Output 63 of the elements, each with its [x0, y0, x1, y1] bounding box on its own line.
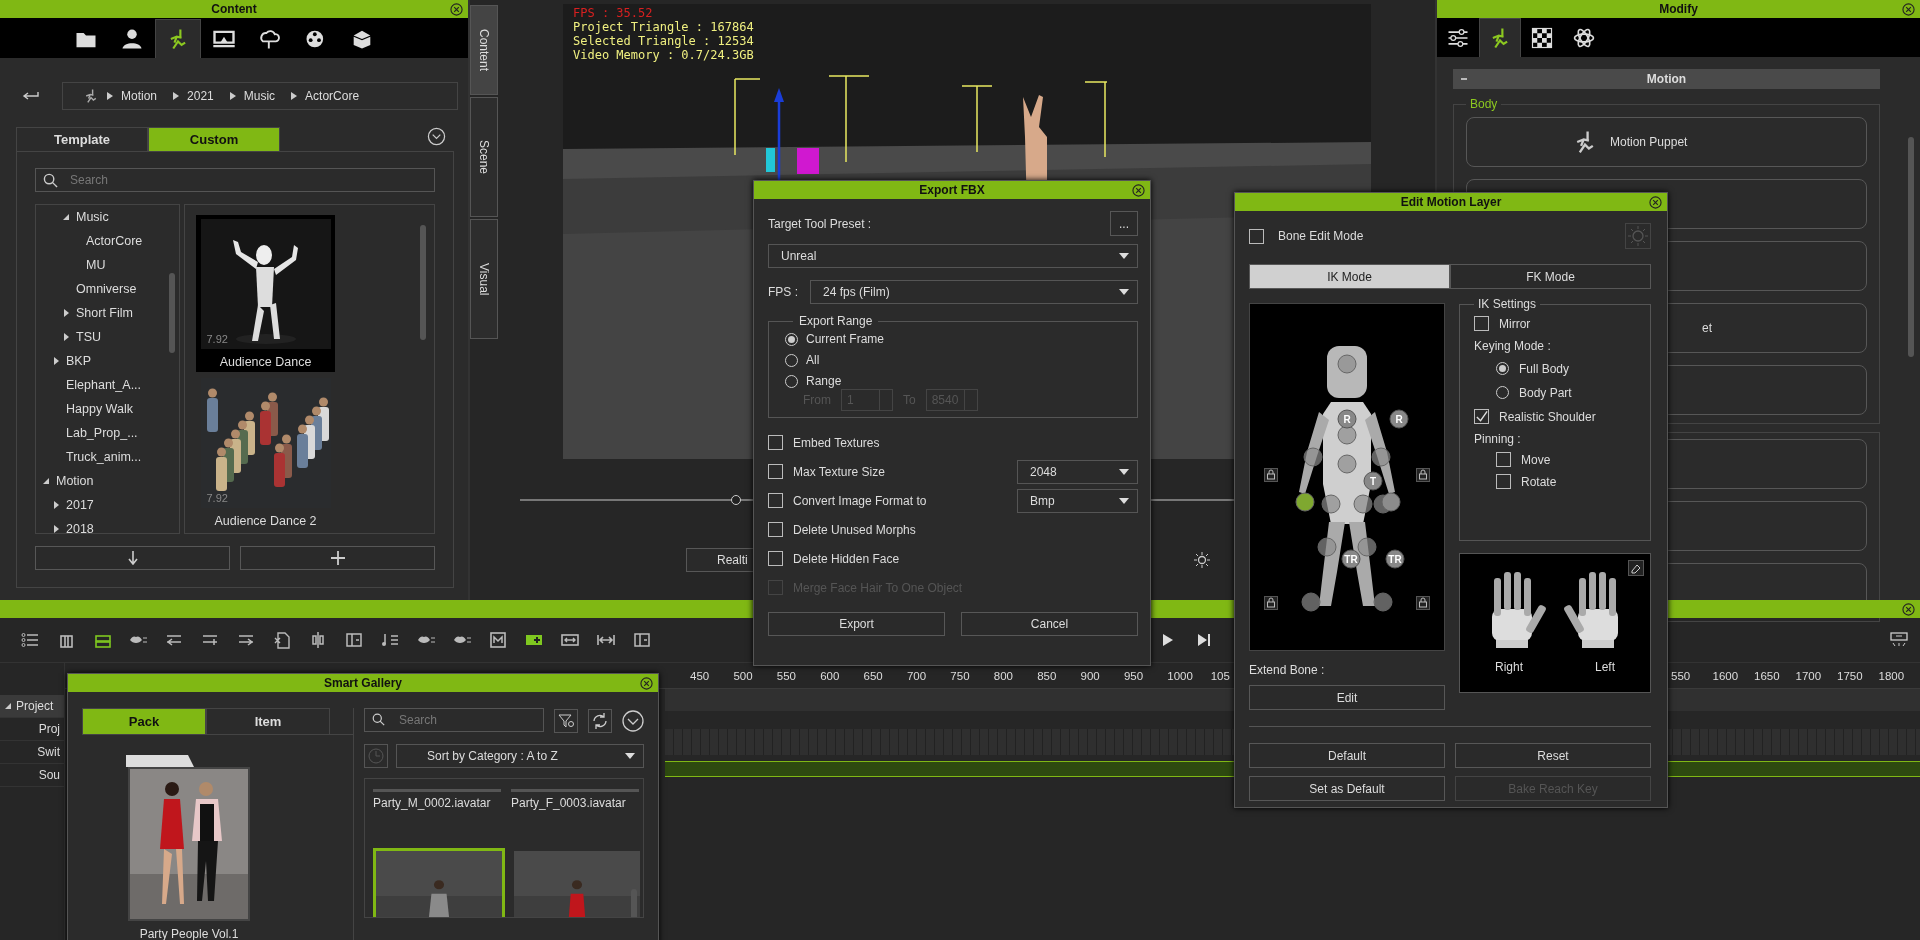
group-title: Body — [1469, 97, 1499, 111]
version-label: 7.92 — [206, 333, 228, 345]
group-title: IK Settings — [1477, 297, 1538, 311]
ruler-label: 650 — [863, 670, 884, 684]
stats-readout: Project Triangle : 167864 — [573, 20, 754, 34]
ruler-label: 750 — [950, 670, 971, 684]
option-label: Max Texture Size — [793, 464, 885, 479]
joint-label: R — [1343, 414, 1351, 425]
ruler-label: 1650 — [1754, 670, 1781, 684]
hand-label: Right — [1495, 660, 1523, 674]
field-label: Target Tool Preset : — [768, 216, 872, 231]
joint-label: R — [1395, 414, 1403, 425]
ruler-label: 105 — [1210, 670, 1231, 684]
option-label: Mirror — [1499, 316, 1531, 331]
item-label: Audience Dance — [219, 355, 312, 369]
option-label: Realistic Shoulder — [1499, 409, 1596, 424]
version-label: 7.92 — [206, 492, 228, 504]
hand-label: Left — [1595, 660, 1615, 674]
radio-label: Body Part — [1519, 385, 1572, 400]
ruler-label: 1600 — [1712, 670, 1740, 684]
field-label: Pinning : — [1474, 432, 1522, 446]
ruler-label: 850 — [1037, 670, 1058, 684]
ruler-label: 550 — [776, 670, 797, 684]
ruler-label: 450 — [690, 670, 711, 684]
field-label: FPS : — [768, 285, 798, 299]
field-label: Extend Bone : — [1249, 663, 1326, 677]
option-label: Move — [1521, 452, 1551, 467]
ruler-label: 600 — [820, 670, 841, 684]
option-label: Delete Unused Morphs — [793, 522, 916, 537]
ruler-label: 900 — [1080, 670, 1101, 684]
stats-readout: Video Memory : 0.7/24.3GB — [573, 48, 754, 62]
radio-label: Full Body — [1519, 361, 1570, 376]
radio-label: Range — [806, 374, 842, 388]
joint-label: T — [1369, 476, 1377, 487]
ruler-label: 1750 — [1837, 670, 1864, 684]
window-title: Export FBX — [919, 183, 985, 197]
radio-label: Current Frame — [806, 332, 885, 346]
fps-readout: FPS : 35.52 — [573, 6, 654, 20]
joint-label: TR — [1344, 554, 1358, 565]
ruler-label: 700 — [906, 670, 928, 684]
section-title: Motion — [1646, 72, 1687, 86]
panel-title: Content — [211, 2, 257, 16]
joint-label: TR — [1388, 554, 1402, 565]
pack-label: Party People Vol.1 — [139, 927, 239, 940]
ruler-label: 1000 — [1167, 670, 1194, 684]
ruler-label: 800 — [993, 670, 1014, 684]
ruler-label: 950 — [1123, 670, 1145, 684]
group-title: Export Range — [798, 314, 874, 328]
panel-title: Modify — [1659, 2, 1698, 16]
stats-readout: Selected Triangle : 12534 — [573, 34, 754, 48]
option-label: Rotate — [1521, 474, 1557, 489]
option-label: Bone Edit Mode — [1278, 229, 1364, 243]
item-label: Audience Dance 2 — [214, 514, 317, 528]
ruler-label: 1800 — [1878, 670, 1906, 684]
window-title: Smart Gallery — [323, 676, 402, 690]
ruler-label: 550 — [1671, 670, 1692, 684]
option-label: Convert Image Format to — [793, 493, 927, 508]
ruler-label: 500 — [733, 670, 754, 684]
option-label: Embed Textures — [793, 435, 880, 450]
ruler-label: 1700 — [1795, 670, 1823, 684]
window-title: Edit Motion Layer — [1400, 195, 1502, 209]
field-label: Keying Mode : — [1474, 339, 1552, 353]
radio-label: All — [806, 353, 820, 367]
